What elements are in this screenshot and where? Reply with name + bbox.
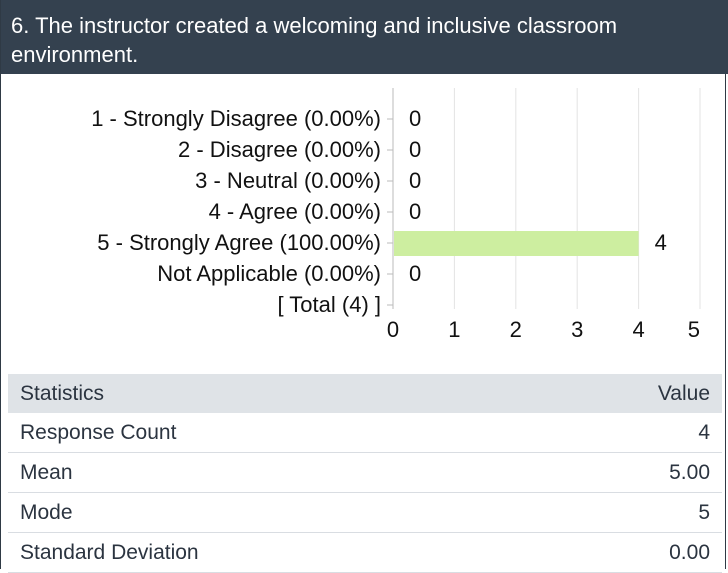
statistics-row-label: Response Count <box>8 413 527 453</box>
statistics-row-value: 4 <box>526 413 722 453</box>
chart-svg: 1 - Strongly Disagree (0.00%) 0 2 - Disagr… <box>91 88 701 342</box>
category-label: [ Total (4) ] <box>277 292 381 317</box>
response-chart: 1 - Strongly Disagree (0.00%) 0 2 - Disagr… <box>1 74 728 370</box>
bar-value-label: 0 <box>409 137 421 162</box>
statistics-table: Statistics Value Response Count 4 Mean 5… <box>8 374 722 573</box>
statistics-row-value: 0.00 <box>526 532 722 573</box>
statistics-row-label: Standard Deviation <box>8 532 527 573</box>
category-label: 3 - Neutral (0.00%) <box>195 168 381 193</box>
bar-value-label: 0 <box>409 168 421 193</box>
statistics-row-label: Mode <box>8 492 527 533</box>
statistics-row-label: Mean <box>8 452 527 493</box>
statistics-row: Response Count 4 <box>8 413 722 453</box>
bar-value-label: 0 <box>409 199 421 224</box>
bar-value-label: 4 <box>655 230 667 255</box>
statistics-row: Mean 5.00 <box>8 452 722 493</box>
category-label: 4 - Agree (0.00%) <box>209 199 381 224</box>
statistics-row-value: 5.00 <box>526 452 722 493</box>
statistics-header-label: Statistics <box>8 374 527 413</box>
category-label: 1 - Strongly Disagree (0.00%) <box>91 106 381 131</box>
x-tick-label: 1 <box>448 317 460 342</box>
x-tick-label: 2 <box>510 317 522 342</box>
x-tick-label: 4 <box>632 317 644 342</box>
category-label: Not Applicable (0.00%) <box>157 261 381 286</box>
statistics-row: Standard Deviation 0.00 <box>8 532 722 573</box>
bar <box>394 231 639 256</box>
category-label: 5 - Strongly Agree (100.00%) <box>97 230 381 255</box>
bar-value-label: 0 <box>409 106 421 131</box>
statistics-header-row: Statistics Value <box>8 374 722 413</box>
x-tick-label: 5 <box>688 317 700 342</box>
bar-value-label: 0 <box>409 261 421 286</box>
statistics-header-value: Value <box>526 374 722 413</box>
statistics-row: Mode 5 <box>8 492 722 533</box>
category-label: 2 - Disagree (0.00%) <box>178 137 381 162</box>
x-tick-label: 0 <box>387 317 399 342</box>
x-tick-label: 3 <box>571 317 583 342</box>
question-card: 6. The instructor created a welcoming an… <box>0 0 728 573</box>
question-title: 6. The instructor created a welcoming an… <box>1 0 728 74</box>
statistics-row-value: 5 <box>526 492 722 533</box>
